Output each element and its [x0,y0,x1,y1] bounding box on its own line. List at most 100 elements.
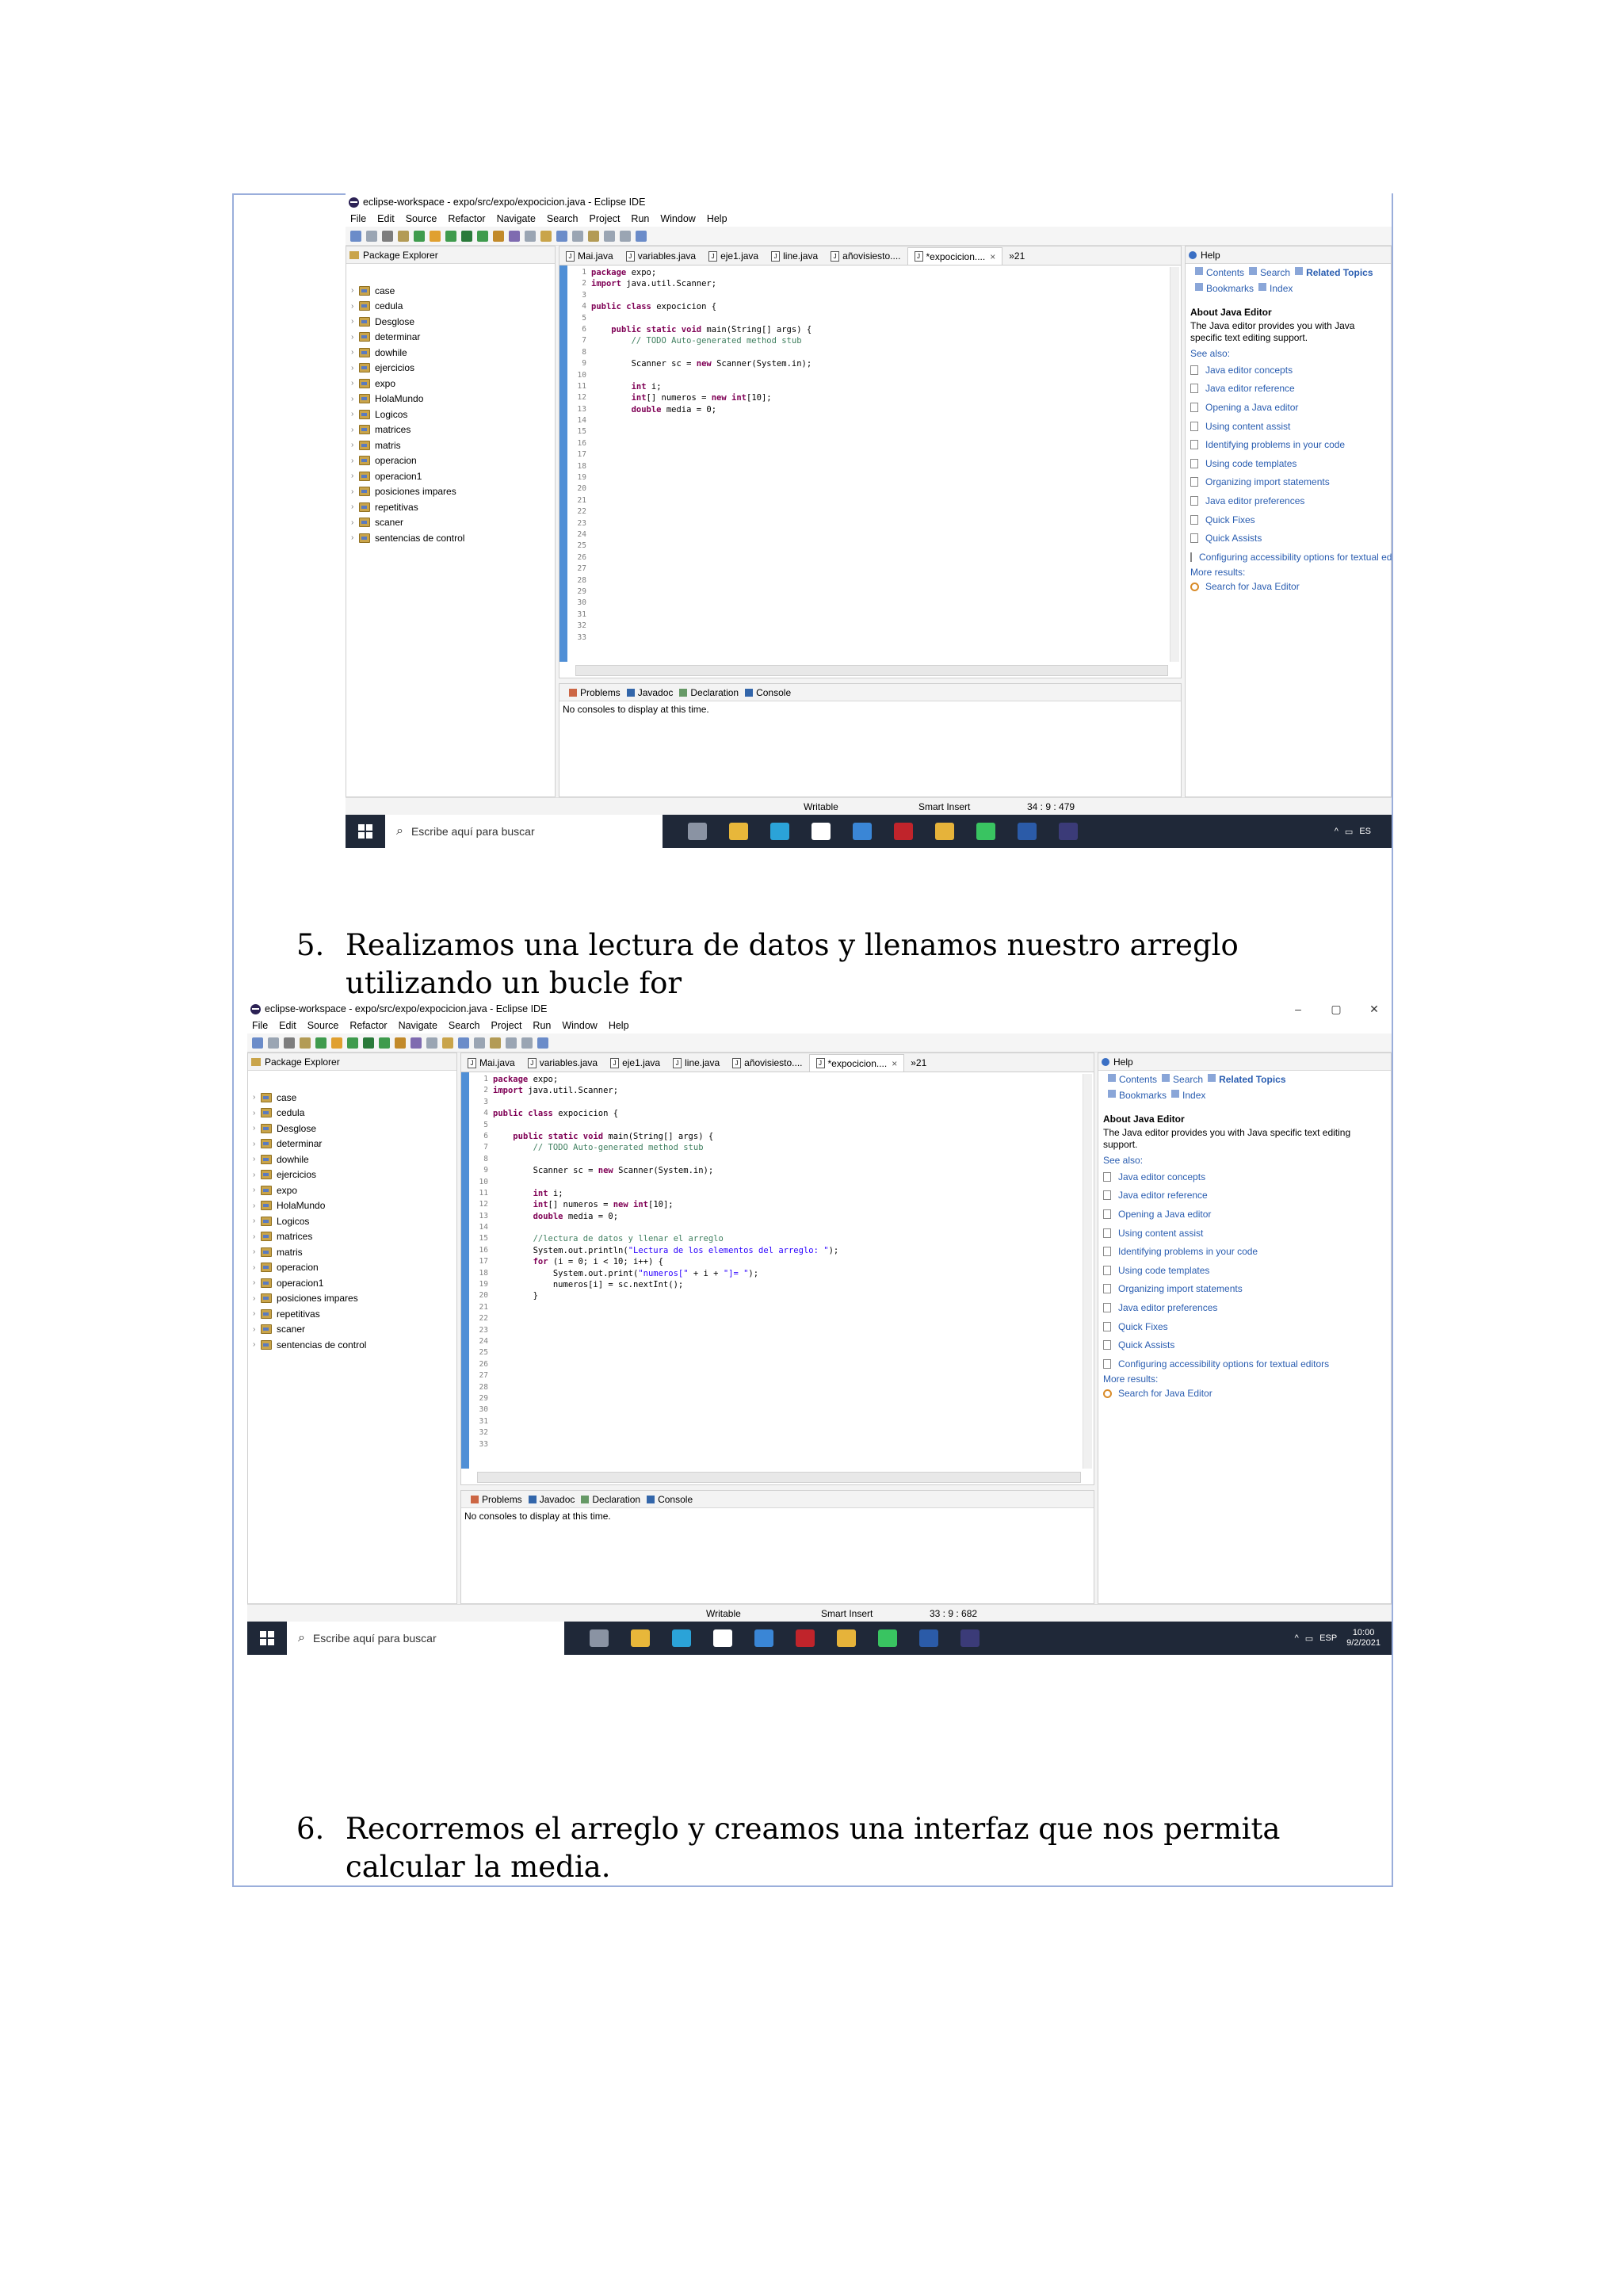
project-determinar[interactable]: › determinar [346,330,555,346]
help-link[interactable]: Configuring accessibility options for te… [1186,548,1392,567]
horizontal-scrollbar[interactable] [575,665,1168,676]
new-icon[interactable] [350,230,361,242]
prev-annotation-icon[interactable] [572,230,583,242]
chevron-right-icon[interactable]: › [351,472,359,480]
help-nav-search[interactable]: Search [1173,1074,1203,1085]
menu-help[interactable]: Help [609,1020,629,1031]
chevron-right-icon[interactable]: › [351,348,359,357]
project-logicos[interactable]: › Logicos [248,1213,456,1229]
chevron-right-icon[interactable]: › [253,1124,261,1133]
chevron-right-icon[interactable]: › [351,487,359,496]
run-icon[interactable] [461,230,472,242]
whatsapp-icon[interactable] [878,1629,897,1647]
tab-1[interactable]: J Mai.java [461,1054,521,1072]
menu-search[interactable]: Search [547,213,579,224]
chevron-right-icon[interactable]: › [253,1217,261,1225]
menu-source[interactable]: Source [406,213,437,224]
maximize-icon[interactable]: ▢ [1319,1000,1354,1018]
help-link[interactable]: Opening a Java editor [1186,398,1391,417]
whatsapp-icon[interactable] [976,823,995,840]
annotation-icon[interactable] [458,1037,469,1049]
project-determinar[interactable]: › determinar [248,1137,456,1152]
chevron-right-icon[interactable]: › [351,395,359,403]
chevron-right-icon[interactable]: › [253,1247,261,1256]
console-tab-javadoc[interactable]: Javadoc [540,1494,575,1505]
menu-edit[interactable]: Edit [279,1020,296,1031]
menu-project[interactable]: Project [491,1020,522,1031]
chevron-right-icon[interactable]: › [253,1140,261,1148]
project-scaner[interactable]: › scaner [248,1322,456,1338]
back-icon[interactable] [506,1037,517,1049]
tab-3[interactable]: Jeje1.java [604,1054,666,1072]
help-link[interactable]: Java editor reference [1098,1186,1391,1205]
close-icon[interactable]: ✕ [1357,1000,1392,1018]
file-explorer-icon[interactable] [631,1629,650,1647]
chevron-right-icon[interactable]: › [351,302,359,311]
menu-run[interactable]: Run [631,213,649,224]
help-link[interactable]: Configuring accessibility options for te… [1098,1354,1391,1373]
help-link[interactable]: Quick Fixes [1186,510,1391,529]
chevron-right-icon[interactable]: › [253,1155,261,1163]
project-repetitivas[interactable]: › repetitivas [346,499,555,515]
help-link[interactable]: Java editor preferences [1186,491,1391,510]
word-icon[interactable] [919,1629,938,1647]
horizontal-scrollbar[interactable] [477,1472,1081,1483]
chevron-right-icon[interactable]: › [351,317,359,326]
file-explorer-icon[interactable] [729,823,748,840]
help-link[interactable]: Identifying problems in your code [1098,1242,1391,1261]
help-link[interactable]: Opening a Java editor [1098,1205,1391,1224]
word-icon[interactable] [1018,823,1037,840]
language-indicator[interactable]: ESP [1319,1633,1337,1643]
chevron-right-icon[interactable]: › [253,1109,261,1117]
taskbar-search[interactable]: ⌕ Escribe aquí para buscar [287,1622,564,1655]
chevron-right-icon[interactable]: › [351,426,359,434]
code-area[interactable]: package expo; import java.util.Scanner; pu… [493,1074,1078,1302]
help-nav-related-topics[interactable]: Related Topics [1219,1074,1285,1085]
help-nav-related-topics[interactable]: Related Topics [1306,267,1373,278]
chevron-right-icon[interactable]: › [253,1325,261,1334]
network-icon[interactable]: ▭ [1345,827,1353,837]
help-link[interactable]: Using code templates [1098,1261,1391,1280]
minimize-icon[interactable]: – [1281,1000,1316,1018]
vertical-scrollbar[interactable] [1083,1074,1092,1469]
edit-location-icon[interactable] [588,230,599,242]
help-nav-contents[interactable]: Contents [1206,267,1244,278]
chevron-right-icon[interactable]: › [253,1340,261,1349]
help-link[interactable]: Organizing import statements [1098,1280,1391,1299]
tab-4[interactable]: Jline.java [765,247,824,265]
tab-5[interactable]: Jañovisiesto.... [824,247,907,265]
project-posiciones-impares[interactable]: › posiciones impares [248,1291,456,1307]
project-posiciones-impares[interactable]: › posiciones impares [346,484,555,500]
project-ejercicios[interactable]: › ejercicios [248,1167,456,1183]
menu-file[interactable]: File [350,213,366,224]
edit-location-icon[interactable] [490,1037,501,1049]
run-icon[interactable] [363,1037,374,1049]
project-sentencias-de-control[interactable]: › sentencias de control [346,530,555,546]
menu-refactor[interactable]: Refactor [448,213,485,224]
search-for-java-editor[interactable]: Search for Java Editor [1186,578,1391,597]
tab-6[interactable]: J *expocicion.... × [808,1054,905,1072]
chevron-right-icon[interactable]: › [351,502,359,511]
help-link[interactable]: Java editor reference [1186,380,1391,399]
project-case[interactable]: › case [248,1090,456,1106]
console-tab-console[interactable]: Console [658,1494,693,1505]
project-holamundo[interactable]: › HolaMundo [346,392,555,407]
search-icon[interactable] [426,1037,437,1049]
project-logicos[interactable]: › Logicos [346,407,555,422]
eclipse-taskbar-icon[interactable] [960,1629,980,1647]
help-link[interactable]: Java editor concepts [1098,1167,1391,1186]
project-case[interactable]: › case [346,283,555,299]
help-link[interactable]: Identifying problems in your code [1186,435,1391,454]
task-view-icon[interactable] [688,823,707,840]
start-button[interactable] [247,1622,287,1655]
chevron-right-icon[interactable]: › [253,1171,261,1179]
search-icon[interactable] [525,230,536,242]
menu-refactor[interactable]: Refactor [349,1020,387,1031]
chevron-right-icon[interactable]: › [351,410,359,418]
tab-overflow[interactable]: »21 [904,1054,933,1072]
new-icon[interactable] [252,1037,263,1049]
project-matrices[interactable]: › matrices [346,422,555,438]
project-desglose[interactable]: › Desglose [346,314,555,330]
toggle-icon[interactable] [445,230,456,242]
start-button[interactable] [346,815,385,848]
